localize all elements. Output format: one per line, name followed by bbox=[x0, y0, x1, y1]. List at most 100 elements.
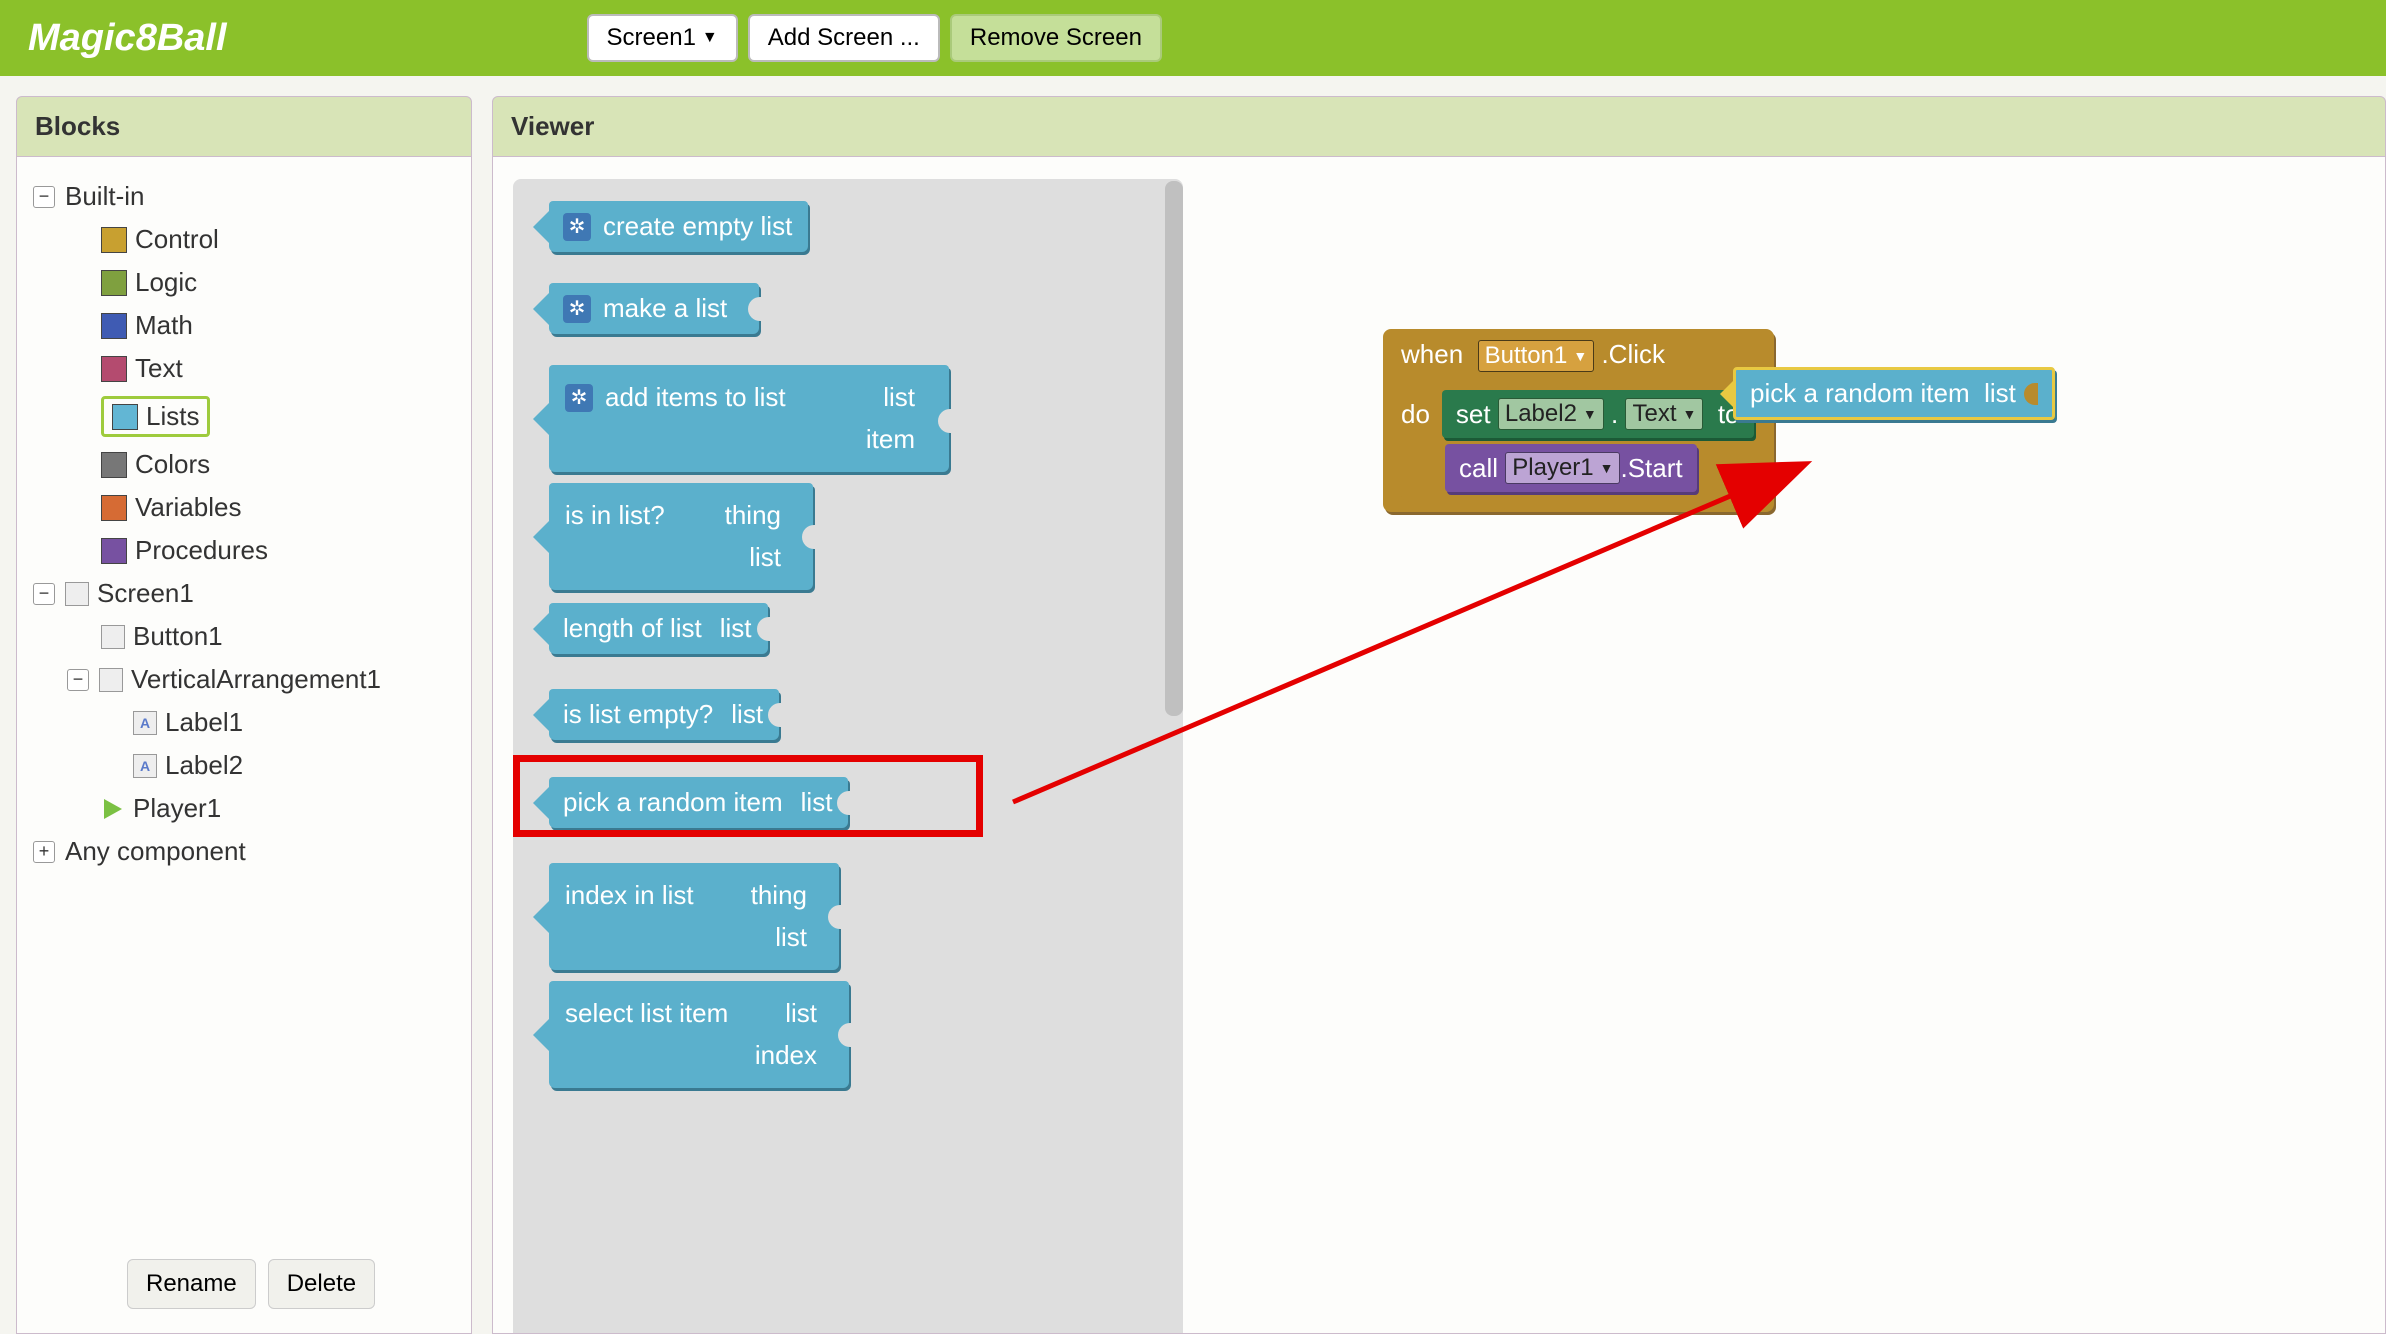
block-arg: list bbox=[785, 993, 817, 1035]
when-button-click-block[interactable]: when Button1▼ .Click do set Label2▼ . Te… bbox=[1383, 329, 1774, 512]
tree-label: Text bbox=[135, 353, 183, 384]
expand-icon[interactable]: + bbox=[33, 841, 55, 863]
blocks-panel-header: Blocks bbox=[16, 96, 472, 157]
block-create-empty-list[interactable]: ✲ create empty list bbox=[549, 201, 808, 252]
rename-button[interactable]: Rename bbox=[127, 1259, 256, 1309]
gear-icon: ✲ bbox=[563, 295, 591, 323]
dropdown-label: Player1 bbox=[1512, 454, 1593, 482]
caret-down-icon: ▼ bbox=[1583, 406, 1597, 422]
tree-label: Player1 bbox=[133, 793, 221, 824]
highlight-box bbox=[513, 755, 983, 837]
set-property-block[interactable]: set Label2▼ . Text▼ to bbox=[1442, 390, 1754, 438]
caret-down-icon: ▼ bbox=[1573, 348, 1587, 364]
viewer-panel-header: Viewer bbox=[492, 96, 2386, 157]
block-label: select list item bbox=[565, 993, 728, 1035]
text-swatch-icon bbox=[101, 356, 127, 382]
variables-swatch-icon bbox=[101, 495, 127, 521]
tree-player1[interactable]: Player1 bbox=[29, 787, 459, 830]
block-label: index in list bbox=[565, 875, 694, 917]
tree-category-control[interactable]: Control bbox=[29, 218, 459, 261]
collapse-icon[interactable]: − bbox=[67, 669, 89, 691]
collapse-icon[interactable]: − bbox=[33, 583, 55, 605]
dropdown-label: Label2 bbox=[1505, 400, 1577, 428]
block-label: create empty list bbox=[603, 211, 792, 242]
screen-dropdown[interactable]: Screen1 ▼ bbox=[587, 14, 738, 62]
scrollbar-thumb[interactable] bbox=[1165, 181, 1183, 716]
tree-screen1[interactable]: − Screen1 bbox=[29, 572, 459, 615]
block-is-in-list[interactable]: is in list?thing list bbox=[549, 483, 813, 590]
block-label: add items to list bbox=[605, 377, 786, 419]
tree-category-procedures[interactable]: Procedures bbox=[29, 529, 459, 572]
tree-label: VerticalArrangement1 bbox=[131, 664, 381, 695]
block-index-in-list[interactable]: index in listthing list bbox=[549, 863, 839, 970]
tree-any-component[interactable]: + Any component bbox=[29, 830, 459, 873]
delete-button[interactable]: Delete bbox=[268, 1259, 375, 1309]
dropdown-label: Text bbox=[1632, 400, 1676, 428]
when-keyword: when bbox=[1401, 339, 1463, 369]
add-screen-button[interactable]: Add Screen ... bbox=[748, 14, 940, 62]
block-is-list-empty[interactable]: is list empty? list bbox=[549, 689, 779, 740]
block-label: is list empty? bbox=[563, 699, 713, 730]
gear-icon: ✲ bbox=[565, 384, 593, 412]
block-arg: list bbox=[775, 917, 807, 959]
collapse-icon[interactable]: − bbox=[33, 186, 55, 208]
component-dropdown[interactable]: Button1 ▼ bbox=[1478, 340, 1595, 372]
block-add-items-to-list[interactable]: ✲add items to listlist item bbox=[549, 365, 949, 472]
screen-dropdown-label: Screen1 bbox=[607, 24, 696, 52]
block-length-of-list[interactable]: length of list list bbox=[549, 603, 768, 654]
do-keyword: do bbox=[1401, 399, 1442, 430]
tree-category-colors[interactable]: Colors bbox=[29, 443, 459, 486]
viewer-body: ✲ create empty list ✲ make a list ✲ add i… bbox=[492, 157, 2386, 1334]
tree-label: Logic bbox=[135, 267, 197, 298]
tree-vertical-arrangement1[interactable]: − VerticalArrangement1 bbox=[29, 658, 459, 701]
tree-label1[interactable]: A Label1 bbox=[29, 701, 459, 744]
label-icon: A bbox=[133, 754, 157, 778]
play-icon bbox=[101, 797, 125, 821]
tree-button1[interactable]: Button1 bbox=[29, 615, 459, 658]
block-arg: index bbox=[755, 1035, 817, 1077]
tree-category-lists[interactable]: Lists bbox=[29, 390, 459, 443]
tree-category-math[interactable]: Math bbox=[29, 304, 459, 347]
viewer-panel: Viewer ✲ create empty list ✲ make a list… bbox=[492, 96, 2386, 1334]
method-name: .Start bbox=[1620, 453, 1682, 484]
tree-built-in[interactable]: − Built-in bbox=[29, 175, 459, 218]
tree-category-variables[interactable]: Variables bbox=[29, 486, 459, 529]
blocks-panel: Blocks − Built-in Control Logic Math Tex… bbox=[16, 96, 472, 1334]
tree-label: Label1 bbox=[165, 707, 243, 738]
tree-label: Lists bbox=[146, 401, 199, 432]
tree-label: Colors bbox=[135, 449, 210, 480]
block-arg: list bbox=[883, 377, 915, 419]
blocks-tree: − Built-in Control Logic Math Text Lists… bbox=[16, 157, 472, 1334]
call-keyword: call bbox=[1459, 453, 1498, 484]
block-label: is in list? bbox=[565, 495, 665, 537]
call-method-block[interactable]: call Player1▼ .Start bbox=[1445, 444, 1697, 492]
component-dropdown[interactable]: Label2 ▼ bbox=[1498, 398, 1604, 430]
set-keyword: set bbox=[1456, 399, 1491, 430]
lists-swatch-icon bbox=[112, 404, 138, 430]
block-label: length of list bbox=[563, 613, 702, 644]
caret-down-icon: ▼ bbox=[702, 29, 718, 47]
block-label: pick a random item bbox=[1750, 378, 1970, 409]
screen-icon bbox=[65, 582, 89, 606]
tree-label2[interactable]: ALabel2 bbox=[29, 744, 459, 787]
block-make-a-list[interactable]: ✲ make a list bbox=[549, 283, 759, 334]
tree-category-text[interactable]: Text bbox=[29, 347, 459, 390]
app-title: Magic8Ball bbox=[28, 17, 227, 60]
tree-label: Math bbox=[135, 310, 193, 341]
gear-icon: ✲ bbox=[563, 213, 591, 241]
component-dropdown[interactable]: Player1▼ bbox=[1505, 452, 1620, 484]
dropdown-label: Button1 bbox=[1485, 342, 1568, 370]
remove-screen-button[interactable]: Remove Screen bbox=[950, 14, 1162, 62]
top-toolbar: Magic8Ball Screen1 ▼ Add Screen ... Remo… bbox=[0, 0, 2386, 76]
math-swatch-icon bbox=[101, 313, 127, 339]
block-arg: list bbox=[1984, 378, 2016, 409]
label-icon: A bbox=[133, 711, 157, 735]
caret-down-icon: ▼ bbox=[1683, 406, 1697, 422]
tree-category-logic[interactable]: Logic bbox=[29, 261, 459, 304]
property-dropdown[interactable]: Text ▼ bbox=[1625, 398, 1703, 430]
block-select-list-item[interactable]: select list item list index bbox=[549, 981, 849, 1088]
pick-random-item-block[interactable]: pick a random item list bbox=[1733, 367, 2055, 420]
procedures-swatch-icon bbox=[101, 538, 127, 564]
tree-label: Built-in bbox=[65, 181, 144, 212]
block-label: make a list bbox=[603, 293, 727, 324]
